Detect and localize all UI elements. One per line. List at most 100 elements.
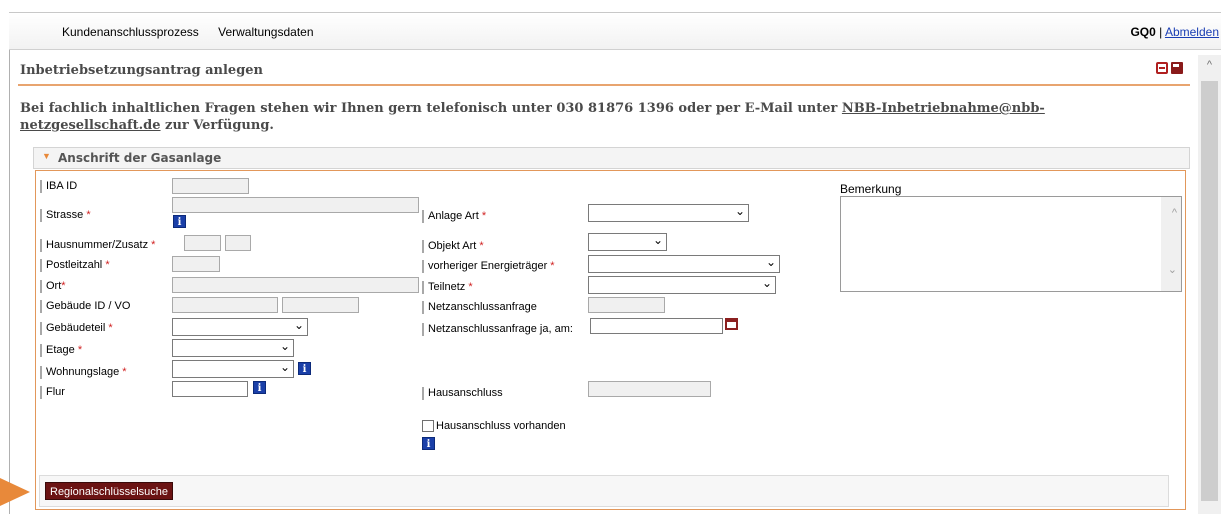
page-title: Inbetriebsetzungsantrag anlegen	[20, 63, 264, 78]
gebaeude-id-field[interactable]	[172, 297, 278, 313]
nav-item-verwaltungsdaten[interactable]: Verwaltungsdaten	[218, 25, 313, 39]
chevron-down-icon: ⌄	[652, 233, 663, 247]
objekt-art-select[interactable]: ⌄	[588, 233, 667, 251]
info-icon[interactable]: i	[298, 362, 311, 375]
calendar-icon[interactable]	[725, 318, 738, 330]
main-nav: Kundenanschlussprozess Verwaltungsdaten	[62, 25, 330, 39]
energietraeger-select[interactable]: ⌄	[588, 255, 780, 273]
label-netzanschlussanfrage: Netzanschlussanfrage	[422, 301, 537, 314]
postleitzahl-field[interactable]	[172, 256, 220, 272]
title-actions	[1156, 62, 1183, 74]
scroll-thumb[interactable]	[1201, 81, 1218, 501]
top-navigation-bar: Kundenanschlussprozess Verwaltungsdaten …	[9, 12, 1221, 50]
label-text: Objekt Art	[428, 240, 477, 252]
user-area: GQ0 | Abmelden	[1130, 25, 1219, 39]
label-ort: Ort*	[40, 280, 66, 293]
label-vorheriger-energietraeger: vorheriger Energieträger *	[422, 260, 555, 273]
scroll-up-icon[interactable]: ^	[1203, 59, 1216, 72]
label-text: Netzanschlussanfrage ja, am:	[428, 323, 573, 335]
ort-field[interactable]	[172, 277, 419, 293]
page-scrollbar[interactable]: ^	[1198, 55, 1221, 514]
logout-link[interactable]: Abmelden	[1165, 25, 1219, 39]
button-bar	[39, 475, 1169, 507]
flur-field[interactable]	[172, 381, 248, 397]
label-postleitzahl: Postleitzahl *	[40, 259, 110, 272]
label-text: Hausnummer/Zusatz	[46, 239, 149, 251]
chevron-down-icon: ⌄	[279, 360, 290, 374]
strasse-field[interactable]	[172, 197, 419, 213]
hausnummer-field[interactable]	[184, 235, 221, 251]
required-mark: *	[86, 209, 91, 221]
info-prefix: Bei fachlich inhaltlichen Fragen stehen …	[20, 101, 842, 116]
label-gebaeude-id: Gebäude ID / VO	[40, 300, 130, 313]
label-text: Strasse	[46, 209, 84, 221]
label-gebaeudeteil: Gebäudeteil *	[40, 322, 113, 335]
teilnetz-select[interactable]: ⌄	[588, 276, 776, 294]
info-icon[interactable]: i	[253, 381, 266, 394]
label-text: Postleitzahl	[46, 259, 103, 271]
required-mark: *	[77, 344, 83, 356]
label-text: Etage	[46, 344, 75, 356]
required-mark: *	[61, 280, 66, 292]
chevron-down-icon: ⌄	[765, 255, 776, 269]
chevron-up-icon[interactable]: ^	[1172, 207, 1177, 219]
netzanschlussanfrage-date-field[interactable]	[590, 318, 723, 334]
netzanschlussanfrage-field[interactable]	[588, 297, 665, 313]
label-hausanschluss: Hausanschluss	[422, 387, 503, 400]
hausnummer-zusatz-field[interactable]	[225, 235, 251, 251]
label-netzanschlussanfrage-am: Netzanschlussanfrage ja, am:	[422, 323, 573, 336]
label-anlage-art: Anlage Art *	[422, 210, 486, 223]
etage-select[interactable]: ⌄	[172, 339, 294, 357]
regionalschluesselsuche-button[interactable]: Regionalschlüsselsuche	[45, 482, 174, 500]
iba-id-field[interactable]	[172, 178, 249, 194]
gebaeudeteil-select[interactable]: ⌄	[172, 318, 308, 336]
contact-info-text: Bei fachlich inhaltlichen Fragen stehen …	[20, 100, 1180, 134]
label-teilnetz: Teilnetz *	[422, 281, 473, 294]
required-mark: *	[122, 366, 127, 378]
chevron-down-icon: ⌄	[761, 276, 772, 290]
info-icon[interactable]: i	[422, 437, 435, 450]
collapse-arrow-icon[interactable]: ▼	[42, 151, 51, 161]
label-text: Anlage Art	[428, 210, 479, 222]
section-header-gasanlage[interactable]: ▼ Anschrift der Gasanlage	[33, 147, 1190, 169]
bemerkung-label: Bemerkung	[840, 182, 902, 196]
section-title: Anschrift der Gasanlage	[58, 151, 222, 165]
bemerkung-textarea[interactable]: ^ ⌄	[840, 196, 1182, 292]
nav-item-kundenanschlussprozess[interactable]: Kundenanschlussprozess	[62, 25, 199, 39]
required-mark: *	[550, 260, 555, 272]
chevron-down-icon: ⌄	[734, 204, 745, 218]
save-icon[interactable]	[1171, 62, 1183, 74]
info-suffix: zur Verfügung.	[160, 118, 274, 133]
print-icon[interactable]	[1156, 62, 1168, 74]
wohnungslage-select[interactable]: ⌄	[172, 360, 294, 378]
textarea-scrollbar[interactable]: ^ ⌄	[1161, 197, 1181, 291]
label-iba-id: IBA ID	[40, 180, 77, 193]
label-text: Teilnetz	[428, 281, 466, 293]
required-mark: *	[481, 210, 487, 222]
label-text: Gebäudeteil	[46, 322, 106, 334]
label-hausnummer: Hausnummer/Zusatz *	[40, 239, 155, 252]
info-icon[interactable]: i	[173, 215, 186, 228]
label-text: Wohnungslage	[46, 366, 120, 378]
label-text: Hausanschluss	[428, 387, 503, 399]
pointer-arrow-icon	[0, 478, 30, 506]
label-text: Netzanschlussanfrage	[428, 301, 537, 313]
page-left-border	[9, 12, 10, 514]
label-objekt-art: Objekt Art *	[422, 240, 484, 253]
title-divider	[18, 84, 1190, 86]
hausanschluss-vorhanden-checkbox[interactable]	[422, 420, 434, 432]
label-text: vorheriger Energieträger	[428, 260, 548, 272]
label-text: Ort	[46, 280, 62, 292]
chevron-down-icon[interactable]: ⌄	[1168, 263, 1177, 276]
label-etage: Etage *	[40, 344, 82, 357]
hausanschluss-field[interactable]	[588, 381, 711, 397]
label-text: Gebäude ID / VO	[46, 300, 131, 312]
required-mark: *	[105, 259, 110, 271]
anlage-art-select[interactable]: ⌄	[588, 204, 749, 222]
chevron-down-icon: ⌄	[279, 339, 290, 353]
vo-field[interactable]	[282, 297, 359, 313]
label-flur: Flur	[40, 386, 65, 399]
required-mark: *	[479, 240, 484, 252]
user-separator: |	[1159, 25, 1163, 39]
chevron-down-icon: ⌄	[293, 318, 304, 332]
